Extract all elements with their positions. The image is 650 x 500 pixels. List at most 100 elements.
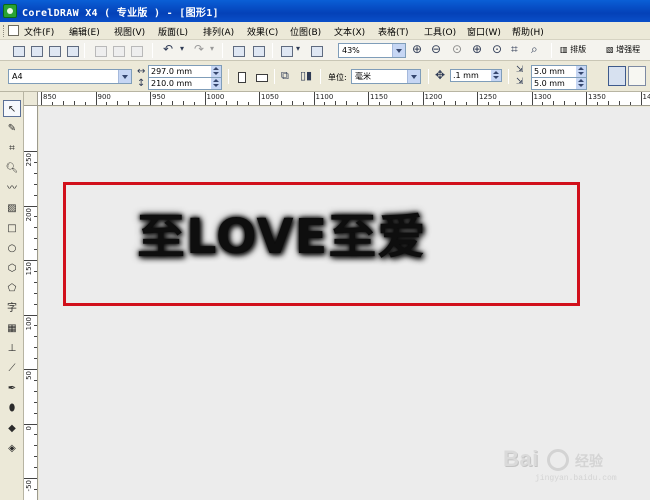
redo-icon[interactable]: ↷ bbox=[194, 42, 204, 56]
menubar-grip[interactable] bbox=[3, 25, 6, 37]
horizontal-ruler[interactable]: 850 900 950 1000 1050 1100 1150 1200 1250 1300 135… bbox=[38, 92, 650, 106]
fill-tool-icon[interactable]: ◆ bbox=[3, 420, 21, 437]
menu-effects[interactable]: 效果(C) bbox=[247, 25, 278, 38]
snap-to-grid-button[interactable] bbox=[628, 66, 646, 86]
export-icon[interactable] bbox=[250, 43, 266, 58]
menu-view[interactable]: 视图(V) bbox=[114, 25, 145, 38]
duplicate-y-spin-arrows[interactable] bbox=[576, 78, 586, 89]
enhance-button[interactable]: ▧ 增强程 bbox=[604, 42, 640, 59]
basic-shapes-tool-icon[interactable]: ⬠ bbox=[3, 280, 21, 297]
menu-file[interactable]: 文件(F) bbox=[24, 25, 54, 38]
rectangle-tool-icon[interactable]: □ bbox=[3, 220, 21, 237]
menu-layout[interactable]: 版面(L) bbox=[158, 25, 188, 38]
cut-icon[interactable] bbox=[92, 43, 108, 58]
chevron-down-icon[interactable] bbox=[118, 70, 131, 83]
menu-table[interactable]: 表格(T) bbox=[378, 25, 409, 38]
smart-fill-tool-icon[interactable]: ▨ bbox=[3, 200, 21, 217]
toolbar-separator bbox=[272, 43, 273, 58]
ruler-minor-tick bbox=[34, 379, 37, 381]
zoom-tool-icon[interactable]: 🔍︎ bbox=[3, 160, 21, 177]
zoom-width-icon[interactable]: ⌗ bbox=[511, 42, 518, 56]
interactive-fill-tool-icon[interactable]: ◈ bbox=[3, 440, 21, 457]
menu-help[interactable]: 帮助(H) bbox=[512, 25, 544, 38]
dimension-tool-icon[interactable]: ⊥ bbox=[3, 340, 21, 357]
paste-icon[interactable] bbox=[128, 43, 144, 58]
undo-dropdown-icon[interactable]: ▾ bbox=[180, 42, 184, 56]
all-pages-icon[interactable]: ⧉ bbox=[281, 69, 289, 83]
new-icon[interactable] bbox=[10, 43, 26, 58]
zoom-page-icon[interactable]: ⊙ bbox=[492, 42, 502, 56]
ruler-minor-tick bbox=[509, 101, 511, 105]
copy-icon[interactable] bbox=[110, 43, 126, 58]
table-tool-icon[interactable]: ▦ bbox=[3, 320, 21, 337]
ruler-minor-tick bbox=[280, 101, 282, 105]
paper-size-select[interactable]: A4 bbox=[8, 69, 132, 84]
shadowed-art-text[interactable]: 至LOVE至爱 bbox=[137, 197, 426, 267]
menu-tools[interactable]: 工具(O) bbox=[424, 25, 456, 38]
ruler-tick-label: 200 bbox=[25, 207, 33, 221]
redo-dropdown-icon[interactable]: ▾ bbox=[210, 42, 214, 56]
ruler-tick-label: 1100 bbox=[315, 93, 334, 101]
freehand-tool-icon[interactable]: 〰 bbox=[3, 180, 21, 197]
ruler-minor-tick bbox=[62, 101, 64, 105]
width-spin-arrows[interactable] bbox=[211, 66, 221, 77]
ruler-origin[interactable] bbox=[24, 92, 38, 106]
chevron-down-icon[interactable] bbox=[407, 70, 420, 83]
portrait-icon[interactable] bbox=[238, 72, 246, 83]
crop-tool-icon[interactable]: ⌗ bbox=[3, 140, 21, 157]
undo-icon[interactable]: ↶ bbox=[163, 42, 173, 56]
zoom-out-icon[interactable]: ⊖ bbox=[431, 42, 441, 56]
polygon-tool-icon[interactable]: ⬡ bbox=[3, 260, 21, 277]
shape-tool-icon[interactable]: ✎ bbox=[3, 120, 21, 137]
menu-edit[interactable]: 编辑(E) bbox=[69, 25, 100, 38]
ruler-minor-tick bbox=[400, 101, 402, 105]
app-launcher-icon[interactable] bbox=[278, 43, 294, 58]
drawing-canvas[interactable]: 至LOVE至爱 bbox=[39, 107, 650, 500]
current-page-icon[interactable]: ▯▮ bbox=[300, 69, 312, 83]
treat-as-filled-button[interactable] bbox=[608, 66, 626, 86]
open-icon[interactable] bbox=[28, 43, 44, 58]
ellipse-tool-icon[interactable]: ○ bbox=[3, 240, 21, 257]
print-icon[interactable] bbox=[64, 43, 80, 58]
duplicate-y-field[interactable]: 5.0 mm bbox=[531, 77, 587, 90]
document-menu-icon[interactable] bbox=[8, 25, 19, 36]
ruler-major-tick bbox=[24, 260, 37, 261]
app-launcher-dropdown-icon[interactable]: ▾ bbox=[296, 42, 300, 56]
menu-bitmaps[interactable]: 位图(B) bbox=[290, 25, 321, 38]
zoom-selected-icon[interactable]: ⊙ bbox=[452, 42, 462, 56]
eyedropper-tool-icon[interactable]: ✒ bbox=[3, 380, 21, 397]
interactive-tool-icon[interactable]: ⟋ bbox=[3, 360, 21, 377]
page-height-field[interactable]: 210.0 mm bbox=[148, 77, 222, 90]
save-icon[interactable] bbox=[46, 43, 62, 58]
zoom-all-objects-icon[interactable]: ⊕ bbox=[472, 42, 482, 56]
coreldraw-app-icon[interactable] bbox=[3, 4, 17, 18]
ruler-minor-tick bbox=[34, 358, 37, 360]
ruler-minor-tick bbox=[34, 216, 37, 218]
enhance-label: 增强程 bbox=[616, 45, 641, 54]
ruler-tick-label: 850 bbox=[43, 93, 57, 101]
pick-tool-icon[interactable]: ↖ bbox=[3, 100, 21, 117]
ruler-tick-label: -50 bbox=[25, 480, 33, 492]
units-select[interactable]: 毫米 bbox=[351, 69, 421, 84]
layout-button[interactable]: ▥ 排版 bbox=[558, 42, 586, 59]
zoom-level-select[interactable]: 43% bbox=[338, 43, 406, 58]
import-icon[interactable] bbox=[230, 43, 246, 58]
menu-text[interactable]: 文本(X) bbox=[334, 25, 365, 38]
duplicate-x-spin-arrows[interactable] bbox=[576, 66, 586, 77]
outline-tool-icon[interactable]: ⬮ bbox=[3, 400, 21, 417]
zoom-height-icon[interactable]: ⌕ bbox=[531, 42, 538, 56]
vertical-ruler[interactable]: 250 200 150 100 50 0 -50 bbox=[24, 106, 38, 500]
text-tool-icon[interactable]: 字 bbox=[3, 300, 21, 317]
toolbar-separator bbox=[274, 69, 275, 84]
ruler-minor-tick bbox=[34, 183, 37, 185]
landscape-icon[interactable] bbox=[256, 74, 268, 82]
chevron-down-icon[interactable] bbox=[392, 44, 405, 57]
zoom-in-icon[interactable]: ⊕ bbox=[412, 42, 422, 56]
watermark-url: jingyan.baidu.com bbox=[535, 474, 617, 483]
welcome-screen-icon[interactable] bbox=[308, 43, 324, 58]
menu-arrange[interactable]: 排列(A) bbox=[203, 25, 234, 38]
nudge-spin-arrows[interactable] bbox=[491, 70, 501, 81]
height-spin-arrows[interactable] bbox=[211, 78, 221, 89]
nudge-distance-field[interactable]: .1 mm bbox=[450, 69, 502, 82]
menu-window[interactable]: 窗口(W) bbox=[467, 25, 501, 38]
